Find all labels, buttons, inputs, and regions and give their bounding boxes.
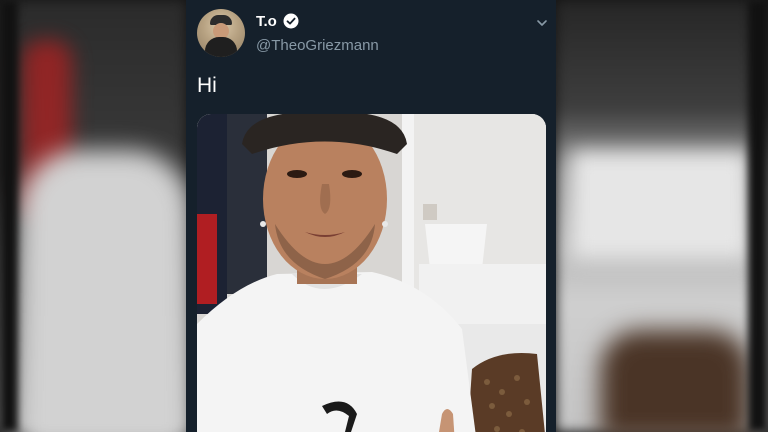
background-edge-left: [0, 0, 18, 432]
chevron-down-icon[interactable]: [536, 17, 548, 29]
background-bag-blur: [600, 330, 750, 432]
user-handle[interactable]: @TheoGriezmann: [256, 37, 379, 54]
background-shelf-blur: [570, 150, 750, 260]
selfie-photo: [197, 114, 546, 432]
verified-badge-icon: [283, 13, 299, 29]
avatar[interactable]: [197, 9, 245, 57]
display-name[interactable]: T.o: [256, 13, 277, 30]
background-shirt-blur: [20, 150, 190, 432]
background-edge-right: [748, 0, 768, 432]
avatar-body: [205, 37, 237, 57]
tweet-photo[interactable]: [197, 114, 546, 432]
tweet-text: Hi: [197, 74, 217, 97]
tweet-card[interactable]: T.o @TheoGriezmann Hi: [186, 0, 556, 432]
